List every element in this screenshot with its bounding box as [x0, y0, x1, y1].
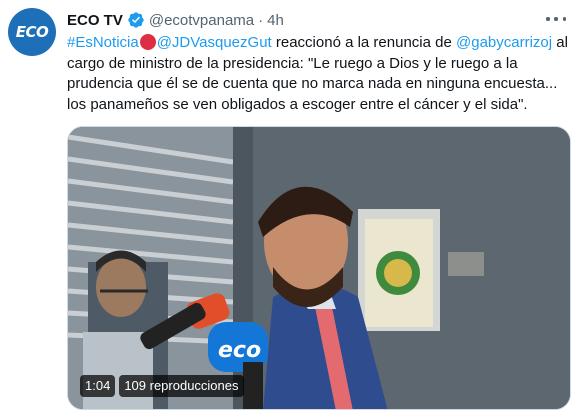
- timestamp[interactable]: 4h: [267, 12, 284, 29]
- avatar[interactable]: ECO: [8, 8, 56, 56]
- mention-link-jdvasquezgut[interactable]: @JDVasquezGut: [157, 34, 272, 51]
- view-count: 109 reproducciones: [119, 375, 244, 397]
- mention-link-gabycarrizoj[interactable]: @gabycarrizoj: [456, 34, 552, 51]
- account-handle[interactable]: @ecotvpanama: [149, 12, 254, 29]
- verified-badge-icon: [128, 12, 144, 28]
- tweet-text: #EsNoticia @JDVasquezGut reaccionó a la r…: [67, 33, 572, 115]
- video-player[interactable]: eco 1:04 109 reproducciones: [67, 126, 571, 410]
- display-name[interactable]: ECO TV: [67, 12, 123, 29]
- tweet-text-part1: reaccionó a la renuncia de: [271, 34, 456, 51]
- tweet-header: ECO TV @ecotvpanama · 4h: [67, 9, 284, 31]
- more-options-icon[interactable]: [546, 12, 566, 26]
- red-circle-emoji-icon: [139, 34, 156, 50]
- separator-dot: ·: [258, 11, 264, 29]
- microphone-logo-text: eco: [218, 338, 261, 363]
- tweet[interactable]: ECO ECO TV @ecotvpanama · 4h #EsNoticia @…: [0, 0, 578, 419]
- video-duration: 1:04: [80, 375, 116, 397]
- video-frame-image: eco: [68, 127, 570, 409]
- hashtag-link[interactable]: #EsNoticia: [67, 34, 139, 51]
- avatar-logo-text: ECO: [15, 23, 49, 41]
- video-info: 1:04 109 reproducciones: [80, 375, 244, 397]
